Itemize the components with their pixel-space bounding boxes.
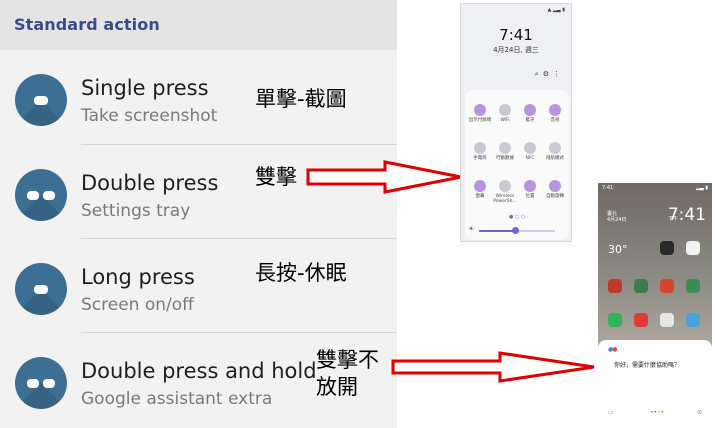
single-press-icon [15, 263, 67, 315]
double-press-icon [15, 169, 67, 221]
annotation-single: 單擊-截圖 [255, 87, 347, 111]
weather-temp: 30° [608, 243, 628, 256]
mobile-data-icon [499, 142, 511, 154]
double-press-icon [15, 357, 67, 409]
line-app-icon[interactable] [608, 313, 622, 327]
assistant-screenshot: 7:41 ▂▃ ▮ 臺北 4月24日 下午 7:41 30° ●● 你好，需要什… [598, 183, 712, 426]
single-press-icon [15, 74, 67, 126]
annotation-hold-line2: 放開 [316, 375, 358, 399]
status-bar: ▲ ▂▃ ▮ [547, 7, 565, 13]
status-time: 7:41 [602, 185, 614, 191]
tile[interactable]: 手電筒 [467, 142, 493, 161]
location-icon [524, 180, 536, 192]
action-title: Double press and hold [81, 359, 317, 383]
action-subtitle: Screen on/off [81, 295, 194, 315]
annotation-long: 長按-休眠 [255, 261, 347, 285]
arrow-to-assistant [391, 351, 595, 383]
panel-date: 4月24日, 週三 [493, 46, 539, 54]
tile[interactable]: WiFi [492, 104, 518, 123]
panel-clock: 7:41 [499, 26, 533, 44]
auto-rotate-icon [549, 180, 561, 192]
flashlight-icon [474, 142, 486, 154]
assistant-greeting: 你好，需要什麼協助嗎？ [614, 362, 681, 369]
sound-icon [549, 104, 561, 116]
pill-mark [43, 191, 55, 200]
pay-code-icon [474, 104, 486, 116]
inbox-icon[interactable]: ▭ [608, 409, 614, 416]
mic-dots-icon[interactable]: •••• [650, 409, 664, 416]
tile[interactable]: 位置 [517, 180, 543, 199]
tile[interactable]: 藍牙 [517, 104, 543, 123]
tile[interactable]: 飛航模式 [542, 142, 568, 161]
screen-icon [474, 180, 486, 192]
app-icon[interactable] [686, 279, 700, 293]
action-subtitle: Settings tray [81, 201, 191, 221]
annotation-double: 雙擊 [255, 165, 297, 189]
action-title: Long press [81, 265, 195, 289]
tile[interactable]: 音效 [542, 104, 568, 123]
tile[interactable]: 行動數據 [492, 142, 518, 161]
gmail-app-icon[interactable] [686, 241, 700, 255]
compass-icon[interactable]: ⊘ [697, 409, 702, 416]
wireless-powershare-icon [499, 180, 511, 192]
pill-mark [43, 379, 55, 388]
pill-mark [34, 285, 48, 294]
action-subtitle: Take screenshot [81, 106, 218, 126]
panel-tools-icons: ⌕⚙⋮ [534, 70, 564, 78]
app-icon[interactable] [660, 313, 674, 327]
action-subtitle: Google assistant extra [81, 389, 273, 409]
youtube-app-icon[interactable] [634, 313, 648, 327]
pill-mark [34, 96, 48, 105]
tile[interactable]: 螢幕 [467, 180, 493, 199]
section-title: Standard action [14, 15, 160, 34]
action-title: Single press [81, 76, 209, 100]
app-icon[interactable] [608, 279, 622, 293]
arrow-to-quick-panel [306, 160, 462, 194]
tile[interactable]: Wireless PowerSh... [492, 180, 518, 204]
home-clock: 7:41 [667, 205, 706, 225]
tile[interactable]: NFC [517, 142, 543, 161]
weather-location: 臺北 4月24日 [607, 211, 627, 223]
play-store-app-icon[interactable] [686, 313, 700, 327]
status-icons: ▂▃ ▮ [695, 185, 708, 191]
tile[interactable]: 出示付款碼 [467, 104, 493, 123]
section-header: Standard action [0, 0, 397, 50]
pill-mark [27, 191, 39, 200]
tile[interactable]: 自動旋轉 [542, 180, 568, 199]
action-title: Double press [81, 171, 219, 195]
pill-mark [27, 379, 39, 388]
airplane-icon [549, 142, 561, 154]
brightness-fill [479, 230, 515, 232]
nfc-icon [524, 142, 536, 154]
brightness-icon: ☀ [468, 225, 475, 233]
brightness-knob[interactable] [512, 227, 519, 234]
app-icon[interactable] [634, 279, 648, 293]
quick-panel-screenshot: ▲ ▂▃ ▮ 7:41 4月24日, 週三 ⌕⚙⋮ 出示付款碼 WiFi 藍牙 … [460, 3, 572, 242]
wifi-icon [499, 104, 511, 116]
page-dots: ● ○ ○ [509, 214, 526, 220]
annotation-hold-line1: 雙擊不 [316, 348, 379, 372]
app-icon[interactable] [660, 279, 674, 293]
play-app-icon[interactable] [660, 241, 674, 255]
bluetooth-icon [524, 104, 536, 116]
assistant-dots-icon: ●● [608, 346, 618, 353]
